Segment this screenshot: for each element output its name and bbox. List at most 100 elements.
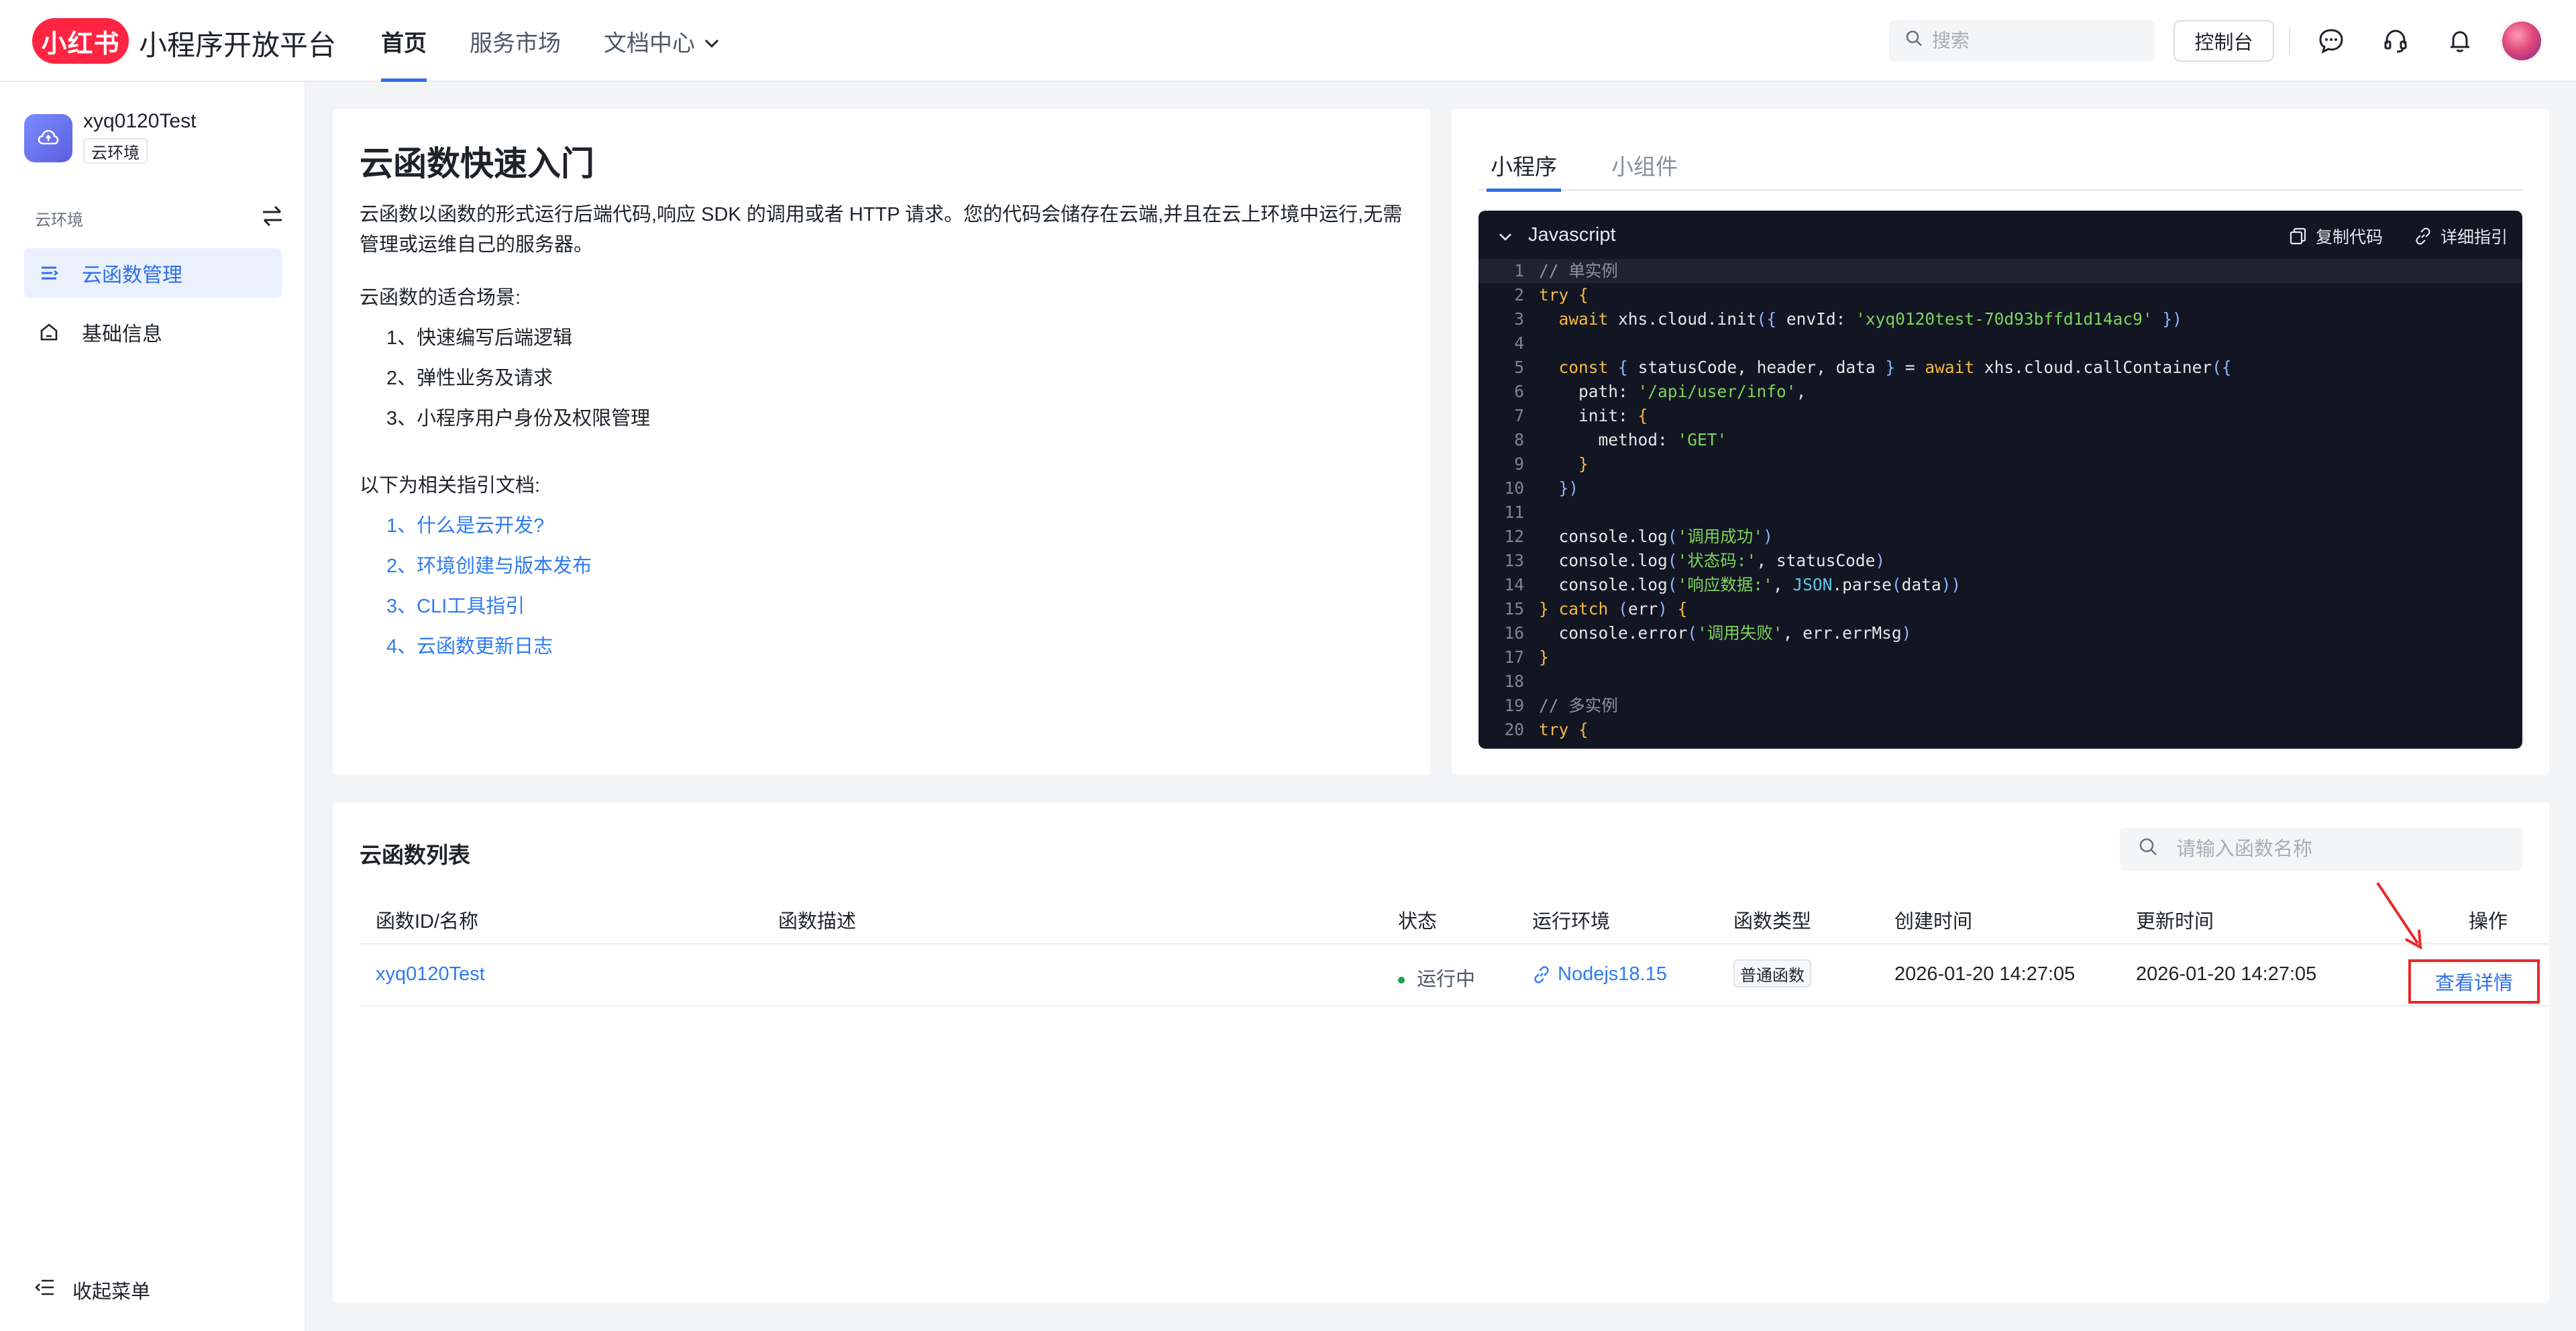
- doc-link-what-is-cloud-dev[interactable]: 1、什么是云开发?: [386, 510, 544, 538]
- header-divider: [2289, 27, 2290, 55]
- scenario-item: 1、快速编写后端逻辑: [386, 327, 573, 349]
- brand-title: 小程序开放平台: [139, 30, 337, 61]
- sidebar-item-cloud-functions[interactable]: 云函数管理: [24, 248, 282, 298]
- code-line: 8 method: 'GET': [1514, 430, 1727, 449]
- code-line: 3 await xhs.cloud.init({ envId: 'xyq0120…: [1514, 309, 2182, 329]
- code-block: Javascript 复制代码 详细指引 1// 单实例 2 try { 3 aw…: [1479, 211, 2522, 749]
- code-line: 15} catch (err) {: [1504, 599, 1688, 619]
- sidebar: xyq0120Test 云环境 云环境 云函数管理 基础信息 收起菜单: [0, 82, 306, 1331]
- code-line: 4: [1514, 333, 1524, 353]
- copy-icon: [2290, 227, 2306, 245]
- doc-link-env-creation[interactable]: 2、环境创建与版本发布: [386, 550, 592, 578]
- chevron-down-icon: [1499, 224, 1512, 246]
- link-icon: [2416, 227, 2430, 245]
- chevron-down-icon: [704, 28, 719, 54]
- doc-link-cli-guide[interactable]: 3、CLI工具指引: [386, 590, 525, 619]
- nav-docs[interactable]: 文档中心: [604, 0, 719, 82]
- code-line: 13 console.log('状态码:', statusCode): [1504, 551, 1886, 570]
- column-header-name: 函数ID/名称: [376, 911, 479, 933]
- bell-icon[interactable]: [2445, 25, 2475, 56]
- nav-home-label: 首页: [381, 30, 427, 56]
- cloud-icon: [24, 114, 72, 162]
- copy-code-label: 复制代码: [2316, 228, 2383, 247]
- code-line: 20 try {: [1504, 720, 1589, 739]
- scenario-title: 云函数的适合场景:: [360, 287, 521, 309]
- link-icon: [1534, 966, 1549, 984]
- column-header-updated: 更新时间: [2136, 911, 2214, 933]
- switch-environment-icon[interactable]: [259, 203, 286, 229]
- tab-widget[interactable]: 小组件: [1611, 149, 1678, 191]
- function-list-title: 云函数列表: [360, 843, 470, 867]
- runtime-link[interactable]: Nodejs18.15: [1532, 963, 1667, 986]
- list-icon: [38, 262, 60, 284]
- copy-code-button[interactable]: 复制代码: [2289, 224, 2383, 248]
- intro-description: 云函数以函数的形式运行后端代码,响应 SDK 的调用或者 HTTP 请求。您的代…: [360, 204, 1403, 256]
- annotation-arrow-icon: [2376, 882, 2422, 950]
- quickstart-panel: 云函数快速入门 云函数以函数的形式运行后端代码,响应 SDK 的调用或者 HTT…: [333, 109, 1430, 775]
- avatar[interactable]: [2501, 20, 2542, 62]
- top-header: 小红书 小程序开放平台 首页 服务市场 文档中心 控制台: [0, 0, 2576, 82]
- doc-link-changelog[interactable]: 4、云函数更新日志: [386, 631, 553, 659]
- code-line: 19// 多实例: [1504, 696, 1618, 715]
- code-line: 18: [1504, 672, 1524, 691]
- docs-title: 以下为相关指引文档:: [360, 475, 541, 496]
- app-name: xyq0120Test: [83, 110, 197, 132]
- code-tabs: 小程序 小组件: [1479, 149, 2522, 192]
- code-line: 10 }): [1504, 478, 1579, 498]
- column-header-actions: 操作: [2469, 911, 2508, 933]
- console-button[interactable]: 控制台: [2174, 20, 2274, 62]
- function-search-input[interactable]: [2176, 838, 2512, 861]
- main-nav: 首页 服务市场 文档中心: [381, 0, 762, 82]
- tab-mini-program[interactable]: 小程序: [1487, 149, 1561, 192]
- page-title: 云函数快速入门: [360, 145, 594, 182]
- xiaohongshu-logo[interactable]: 小红书: [32, 18, 129, 64]
- column-header-created: 创建时间: [1894, 911, 1973, 933]
- table-header-divider: [360, 943, 2549, 945]
- code-line: 11: [1504, 502, 1524, 522]
- code-line: 17}: [1504, 647, 1549, 667]
- global-search-input[interactable]: [1932, 30, 2133, 52]
- code-language-label: Javascript: [1528, 224, 1616, 246]
- code-line: 12 console.log('调用成功'): [1504, 527, 1773, 546]
- sidebar-item-label: 云函数管理: [82, 264, 182, 286]
- app-card: xyq0120Test 云环境: [24, 110, 286, 170]
- code-line: 9 }: [1514, 454, 1589, 474]
- code-line: 14 console.log('响应数据:', JSON.parse(data)…: [1504, 575, 1962, 594]
- nav-service-market-label: 服务市场: [470, 30, 561, 56]
- nav-service-market[interactable]: 服务市场: [470, 0, 561, 82]
- function-type-tag: 普通函数: [1733, 959, 1811, 988]
- column-header-description: 函数描述: [778, 911, 857, 933]
- sidebar-section-label: 云环境: [35, 211, 83, 229]
- code-line: 5 const { statusCode, header, data } = a…: [1514, 358, 2232, 377]
- function-search[interactable]: [2120, 828, 2522, 871]
- code-line: 7 init: {: [1514, 406, 1648, 425]
- code-lines: 1// 单实例 2 try { 3 await xhs.cloud.init({ …: [1479, 259, 2522, 742]
- status-dot: [1398, 977, 1405, 984]
- global-search[interactable]: [1889, 20, 2155, 62]
- code-line: 1// 单实例: [1479, 259, 2522, 283]
- scenario-item: 2、弹性业务及请求: [386, 368, 553, 389]
- message-icon[interactable]: [2316, 25, 2347, 56]
- nav-home[interactable]: 首页: [381, 0, 427, 82]
- sidebar-item-basic-info[interactable]: 基础信息: [24, 307, 282, 357]
- column-header-status: 状态: [1398, 911, 1438, 933]
- scenario-item: 3、小程序用户身份及权限管理: [386, 408, 651, 429]
- env-tag: 云环境: [83, 138, 148, 164]
- collapse-menu-label: 收起菜单: [72, 1281, 151, 1303]
- home-icon: [38, 321, 60, 343]
- collapse-menu-button[interactable]: 收起菜单: [35, 1276, 150, 1304]
- function-list-panel: 云函数列表 函数ID/名称 函数描述 状态 运行环境 函数类型 创建时间 更新时…: [333, 802, 2549, 1303]
- status-badge: 运行中: [1398, 963, 1475, 992]
- highlight-box: 查看详情: [2408, 959, 2540, 1004]
- view-details-link[interactable]: 查看详情: [2435, 967, 2513, 996]
- sidebar-item-label: 基础信息: [82, 323, 162, 345]
- status-label: 运行中: [1417, 969, 1476, 990]
- column-header-type: 函数类型: [1733, 911, 1812, 933]
- search-icon: [2139, 837, 2157, 861]
- code-header: Javascript 复制代码 详细指引: [1479, 211, 2522, 259]
- function-name-link[interactable]: xyq0120Test: [376, 963, 485, 986]
- detail-guide-button[interactable]: 详细指引: [2414, 224, 2508, 248]
- table-row-divider: [360, 1005, 2549, 1006]
- headset-icon[interactable]: [2380, 25, 2411, 56]
- code-language-toggle[interactable]: Javascript: [1499, 224, 1616, 246]
